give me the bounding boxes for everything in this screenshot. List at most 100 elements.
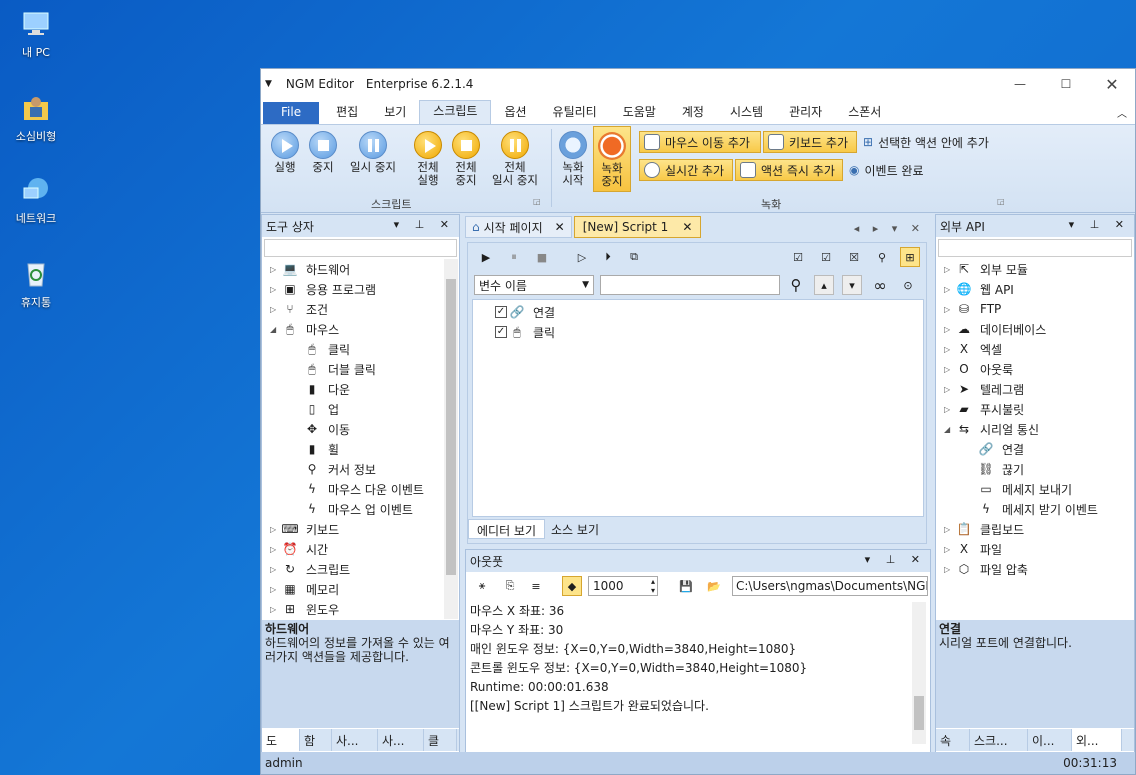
tree-item[interactable]: ϟ 마우스 업 이벤트: [270, 499, 446, 519]
up-icon[interactable]: ▴: [814, 275, 834, 295]
minimize-button[interactable]: —: [997, 69, 1043, 99]
expand-arrow-icon[interactable]: ▷: [944, 365, 956, 374]
expand-arrow-icon[interactable]: ▷: [944, 385, 956, 394]
tab-user[interactable]: 사...: [332, 729, 378, 751]
tree-item[interactable]: ▷ 🌐 웹 API: [944, 279, 1132, 299]
menu-account[interactable]: 계정: [669, 102, 717, 124]
expand-arrow-icon[interactable]: ▷: [270, 305, 282, 314]
add-in-selected-button[interactable]: ⊞ 선택한 액션 안에 추가: [859, 131, 1009, 153]
event-done-button[interactable]: ◉ 이벤트 완료: [845, 159, 941, 181]
panel-controls[interactable]: ▾ ⊥ ✕: [394, 218, 455, 231]
expand-arrow-icon[interactable]: ▷: [944, 345, 956, 354]
folder-icon[interactable]: 📂: [704, 576, 724, 596]
tree-item[interactable]: ▷ ▰ 푸시불릿: [944, 399, 1132, 419]
tree-item[interactable]: ▷ ▣ 응용 프로그램: [270, 279, 446, 299]
pause-button[interactable]: 일시 중지: [345, 131, 401, 174]
menu-options[interactable]: 옵션: [491, 102, 539, 124]
tree-item[interactable]: ▷ X 파일: [944, 539, 1132, 559]
run-icon[interactable]: ▶: [476, 247, 496, 267]
tree-item[interactable]: ⚲ 커서 정보: [270, 459, 446, 479]
tab-clip[interactable]: 클: [424, 729, 457, 751]
expand-arrow-icon[interactable]: ▷: [944, 305, 956, 314]
step-icon[interactable]: ▷: [572, 247, 592, 267]
expand-arrow-icon[interactable]: ▷: [270, 265, 282, 274]
expand-arrow-icon[interactable]: ▷: [270, 585, 282, 594]
tree-item[interactable]: ▷ ⬡ 파일 압축: [944, 559, 1132, 579]
collapse-ribbon-icon[interactable]: ︿: [1117, 105, 1127, 120]
tree-item[interactable]: ✥ 이동: [270, 419, 446, 439]
loop-icon[interactable]: ∞: [870, 275, 890, 295]
desktop-icon-recycle-bin[interactable]: 휴지통: [0, 258, 76, 310]
desktop-icon-pc[interactable]: 내 PC: [0, 8, 76, 60]
toolbox-search-input[interactable]: [264, 239, 457, 257]
tree-item[interactable]: ▷ ⛁ FTP: [944, 299, 1132, 319]
tree-item[interactable]: ▮ 다운: [270, 379, 446, 399]
tab-start-page[interactable]: ⌂ 시작 페이지 ✕: [465, 216, 572, 238]
tree-item[interactable]: ▷ ▦ 메모리: [270, 579, 446, 599]
close-tab-icon[interactable]: ✕: [555, 220, 565, 234]
more-icon[interactable]: ⊙: [898, 275, 918, 295]
scroll-thumb[interactable]: [914, 696, 924, 730]
tree-item[interactable]: ϟ 메세지 받기 이벤트: [944, 499, 1132, 519]
expand-arrow-icon[interactable]: ▷: [270, 605, 282, 614]
desktop-icon-user[interactable]: 소심비형: [0, 92, 76, 144]
tab-nav-controls[interactable]: ◂ ▸ ▾ ✕: [854, 222, 925, 238]
expand-arrow-icon[interactable]: ▷: [270, 565, 282, 574]
pause-icon[interactable]: ⏸: [504, 247, 524, 267]
tab-script[interactable]: 스크...: [970, 729, 1028, 751]
checkbox-checked-icon[interactable]: ✓: [495, 306, 507, 318]
add-mouse-move-button[interactable]: 마우스 이동 추가: [639, 131, 761, 153]
add-keyboard-button[interactable]: 키보드 추가: [763, 131, 857, 153]
save-icon[interactable]: 💾: [676, 576, 696, 596]
menu-view[interactable]: 보기: [371, 102, 419, 124]
menu-file[interactable]: File: [263, 102, 320, 124]
line-count-input[interactable]: 1000 ▴ ▾: [588, 576, 658, 596]
menu-edit[interactable]: 편집: [323, 102, 371, 124]
expand-arrow-icon[interactable]: ▷: [944, 325, 956, 334]
tree-item[interactable]: ▯ 업: [270, 399, 446, 419]
dialog-launcher-icon[interactable]: ◲: [533, 197, 541, 206]
stop-icon[interactable]: ■: [532, 247, 552, 267]
step-into-icon[interactable]: ⏵: [598, 247, 618, 267]
api-search-input[interactable]: [938, 239, 1132, 257]
check-icon[interactable]: ☑: [816, 247, 836, 267]
tree-item[interactable]: ▷ X 엑셀: [944, 339, 1132, 359]
tab-editor-view[interactable]: 에디터 보기: [468, 519, 546, 539]
tab-source-view[interactable]: 소스 보기: [545, 519, 605, 539]
tree-item[interactable]: 🔗 연결: [944, 439, 1132, 459]
tree-item[interactable]: ▷ ☁ 데이터베이스: [944, 319, 1132, 339]
expand-arrow-icon[interactable]: ▷: [944, 285, 956, 294]
script-node-connect[interactable]: ✓ 🔗 연결: [495, 302, 555, 322]
tree-item[interactable]: 🖱 클릭: [270, 339, 446, 359]
close-tab-icon[interactable]: ✕: [682, 220, 692, 234]
tab-image[interactable]: 이...: [1028, 729, 1072, 751]
eraser-icon[interactable]: ◆: [562, 576, 582, 596]
close-button[interactable]: ✕: [1089, 69, 1135, 99]
stop-button[interactable]: 중지: [307, 131, 339, 174]
script-node-click[interactable]: ✓ 🖱 클릭: [495, 322, 555, 342]
tree-item[interactable]: ▷ O 아웃룩: [944, 359, 1132, 379]
add-realtime-button[interactable]: 실시간 추가: [639, 159, 733, 181]
menu-sponsor[interactable]: 스폰서: [835, 102, 894, 124]
tab-script-1[interactable]: [New] Script 1 ✕: [573, 216, 702, 238]
panel-controls[interactable]: ▾ ⊥ ✕: [1069, 218, 1130, 231]
toolbox-scrollbar[interactable]: [444, 259, 458, 619]
dialog-launcher-icon[interactable]: ◲: [997, 197, 1005, 206]
menu-utility[interactable]: 유틸리티: [540, 102, 610, 124]
expand-arrow-icon[interactable]: ▷: [944, 565, 956, 574]
tree-item[interactable]: ▷ 📋 클립보드: [944, 519, 1132, 539]
down-icon[interactable]: ▾: [842, 275, 862, 295]
menu-system[interactable]: 시스템: [717, 102, 776, 124]
expand-arrow-icon[interactable]: ◢: [944, 425, 956, 434]
variable-search-input[interactable]: [600, 275, 780, 295]
search-icon[interactable]: ⚲: [786, 275, 806, 295]
run-all-button[interactable]: 전체 실행: [411, 131, 445, 187]
pause-all-button[interactable]: 전체 일시 중지: [487, 131, 543, 187]
tree-item[interactable]: ⛓ 끊기: [944, 459, 1132, 479]
uncheck-icon[interactable]: ☒: [844, 247, 864, 267]
checkbox-checked-icon[interactable]: ✓: [495, 326, 507, 338]
tree-item[interactable]: ▷ ⏰ 시간: [270, 539, 446, 559]
stop-all-button[interactable]: 전체 중지: [449, 131, 483, 187]
tree-item[interactable]: ▷ ⊞ 윈도우: [270, 599, 446, 619]
step-over-icon[interactable]: ⧉: [624, 247, 644, 267]
